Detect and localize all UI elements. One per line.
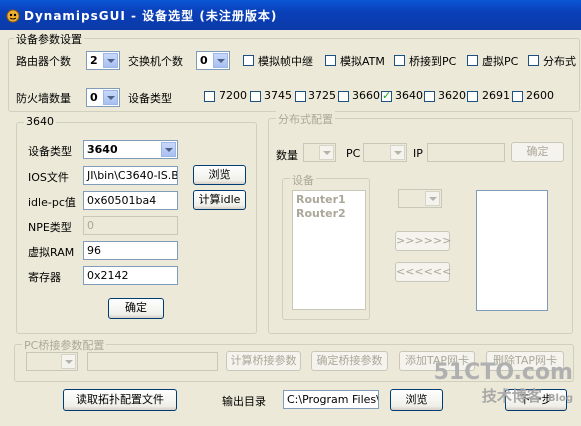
checkbox-model-2600[interactable] (512, 91, 523, 102)
ios-file-label: IOS文件 (28, 171, 69, 184)
chevron-down-icon[interactable] (319, 145, 334, 160)
distributed-ok-button[interactable]: 确定 (511, 142, 564, 162)
model-config-title: 3640 (24, 115, 56, 128)
checkbox-model-7200[interactable] (204, 91, 215, 102)
checkbox-model-3660[interactable] (338, 91, 349, 102)
router-count-select[interactable]: 2 (86, 51, 120, 70)
checkbox-model-3640[interactable] (381, 89, 392, 102)
model-3725-label: 3725 (308, 89, 336, 102)
chevron-down-icon[interactable] (213, 53, 228, 68)
bridge-title: PC桥接参数配置 (22, 337, 107, 353)
qty-select[interactable] (303, 143, 336, 162)
confirm-bridge-button[interactable]: 确定桥接参数 (311, 351, 388, 371)
output-dir-input[interactable]: C:\Program Files\Dy (283, 390, 379, 409)
ip-label: IP (413, 147, 423, 160)
move-left-button[interactable]: <<<<<< (395, 262, 451, 282)
checkbox-distributed[interactable] (528, 55, 539, 66)
chevron-down-icon[interactable] (425, 191, 440, 206)
router-count-value: 2 (90, 54, 98, 67)
switch-count-value: 0 (200, 54, 208, 67)
distributed-label: 分布式 (543, 55, 576, 68)
virtual-ram-input[interactable]: 96 (83, 241, 178, 260)
qty-label: 数量 (276, 149, 298, 162)
checkbox-bridge-pc[interactable] (394, 55, 405, 66)
firewall-count-select[interactable]: 0 (86, 88, 120, 107)
devices-list[interactable]: Router1 Router2 (292, 190, 366, 310)
window-title: DynamipsGUI - 设备选型 (未注册版本) (24, 9, 278, 23)
devices-title: 设备 (290, 172, 316, 188)
npe-type-label: NPE类型 (28, 221, 72, 234)
target-select[interactable] (398, 189, 442, 208)
firewall-count-label: 防火墙数量 (16, 92, 71, 105)
bridge-param-input[interactable] (87, 352, 218, 371)
checkbox-virtual-pc[interactable] (467, 55, 478, 66)
model-2600-label: 2600 (526, 89, 554, 102)
bridge-pc-label: 桥接到PC (409, 55, 457, 68)
move-right-button[interactable]: >>>>>> (395, 231, 451, 251)
device-type-field-label: 设备类型 (28, 145, 72, 158)
device-type-select[interactable]: 3640 (83, 140, 178, 159)
list-item[interactable]: Router1 (296, 193, 346, 206)
checkbox-model-3745[interactable] (250, 91, 261, 102)
pc-label: PC (346, 147, 361, 160)
output-browse-button[interactable]: 浏览 (390, 389, 443, 411)
router-count-label: 路由器个数 (16, 55, 71, 68)
register-label: 寄存器 (28, 271, 61, 284)
ip-input[interactable] (427, 143, 505, 162)
device-type-value: 3640 (87, 143, 118, 156)
add-tap-button[interactable]: 添加TAP网卡 (399, 351, 475, 371)
virtual-ram-label: 虚拟RAM (28, 246, 75, 259)
next-step-button[interactable]: 下一步 (505, 389, 567, 411)
register-input[interactable]: 0x2142 (83, 266, 178, 285)
checkbox-atm[interactable] (325, 55, 336, 66)
pc-select[interactable] (363, 143, 407, 162)
output-dir-label: 输出目录 (222, 395, 266, 408)
list-item[interactable]: Router2 (296, 207, 346, 220)
app-icon (6, 9, 20, 23)
npe-type-input[interactable]: 0 (83, 216, 178, 235)
model-3640-label: 3640 (395, 89, 423, 102)
calc-bridge-button[interactable]: 计算桥接参数 (226, 351, 301, 371)
bridge-adapter-select[interactable] (26, 352, 78, 371)
idle-pc-label: idle-pc值 (28, 196, 76, 209)
model-ok-button[interactable]: 确定 (108, 298, 164, 319)
checkbox-model-3725[interactable] (295, 91, 306, 102)
checkbox-model-2691[interactable] (467, 91, 478, 102)
chevron-down-icon[interactable] (61, 354, 76, 369)
switch-count-select[interactable]: 0 (196, 51, 230, 70)
read-topology-button[interactable]: 读取拓扑配置文件 (63, 389, 177, 411)
distributed-title: 分布式配置 (276, 111, 335, 127)
model-3620-label: 3620 (438, 89, 466, 102)
chevron-down-icon[interactable] (161, 142, 176, 157)
remove-tap-button[interactable]: 删除TAP网卡 (486, 351, 564, 371)
checkbox-frame-relay[interactable] (243, 55, 254, 66)
chevron-down-icon[interactable] (103, 90, 118, 105)
device-type-label: 设备类型 (128, 92, 172, 105)
chevron-down-icon[interactable] (103, 53, 118, 68)
firewall-count-value: 0 (90, 91, 98, 104)
chevron-down-icon[interactable] (390, 145, 405, 160)
title-bar[interactable]: DynamipsGUI - 设备选型 (未注册版本) (0, 0, 581, 30)
model-3745-label: 3745 (264, 89, 292, 102)
virtual-pc-label: 虚拟PC (482, 55, 519, 68)
model-3660-label: 3660 (352, 89, 380, 102)
switch-count-label: 交换机个数 (128, 55, 183, 68)
atm-label: 模拟ATM (340, 55, 385, 68)
idle-pc-input[interactable]: 0x60501ba4 (83, 191, 178, 210)
device-params-title: 设备参数设置 (14, 31, 84, 47)
assigned-devices-list[interactable] (476, 190, 548, 311)
checkbox-model-3620[interactable] (424, 91, 435, 102)
ios-browse-button[interactable]: 浏览 (193, 165, 246, 185)
calc-idle-button[interactable]: 计算idle (193, 190, 246, 210)
frame-relay-label: 模拟帧中继 (258, 55, 313, 68)
model-2691-label: 2691 (482, 89, 510, 102)
ios-file-input[interactable]: JI\bin\C3640-IS.BIN (83, 166, 178, 185)
model-7200-label: 7200 (219, 89, 247, 102)
